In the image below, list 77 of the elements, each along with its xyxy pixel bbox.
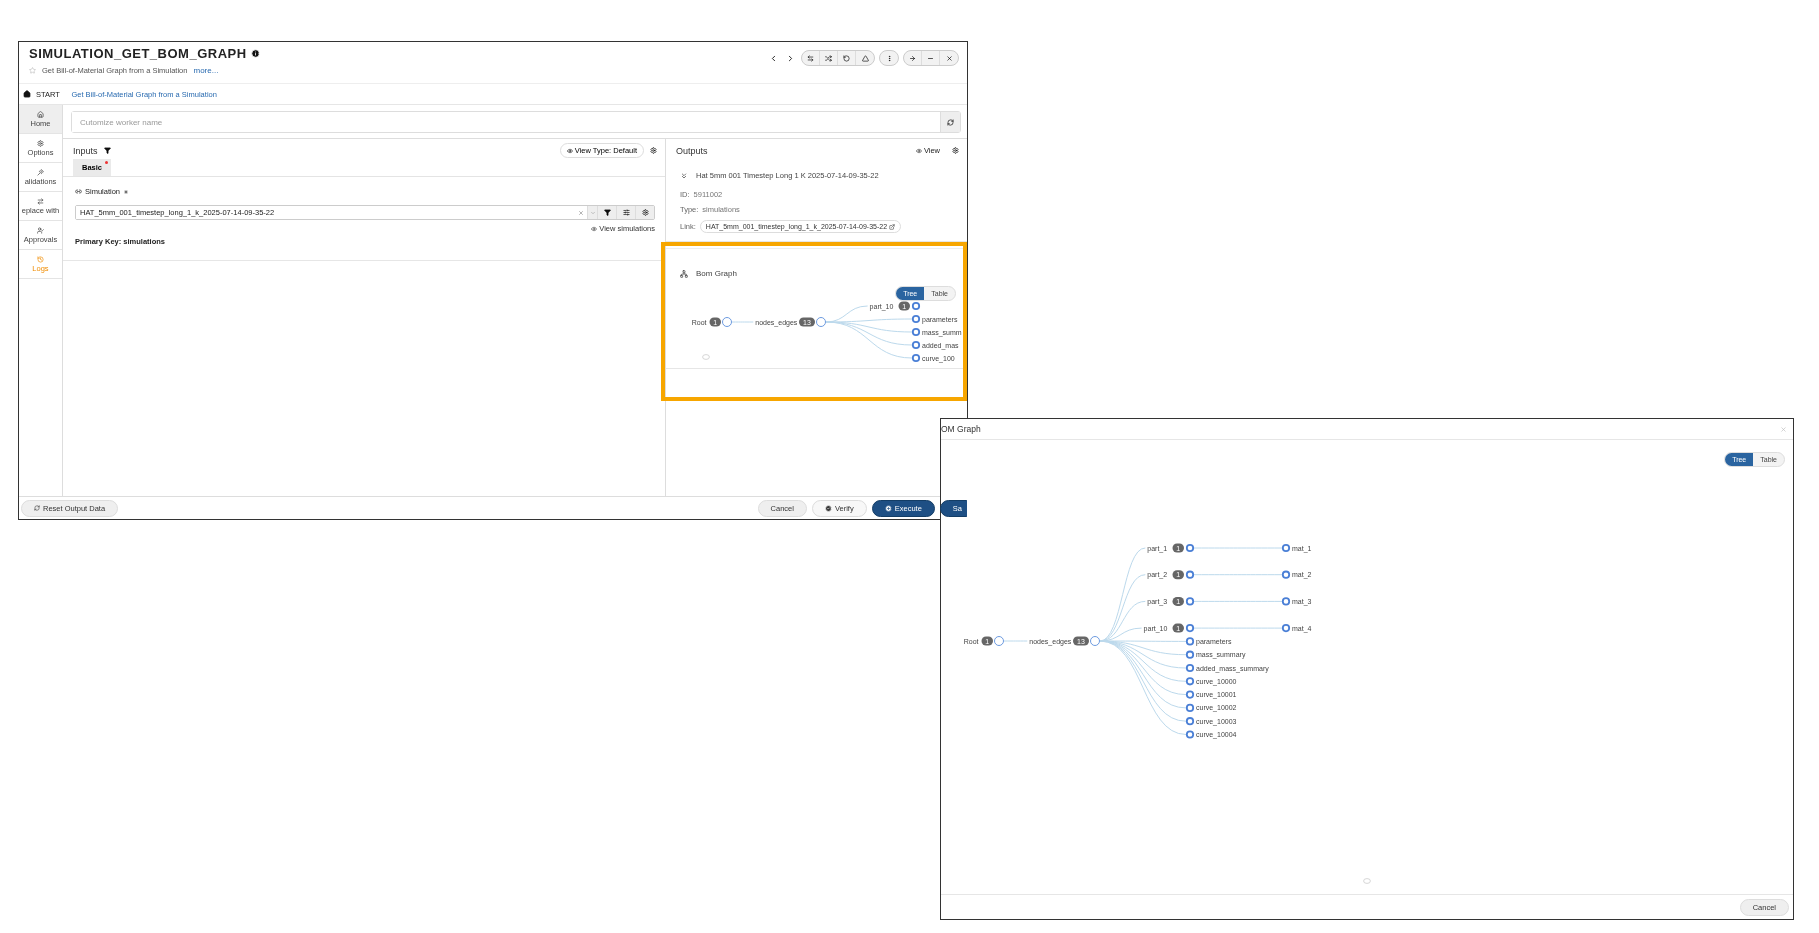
tree-node[interactable] bbox=[1185, 570, 1195, 579]
close-icon bbox=[1780, 425, 1787, 433]
check-icon bbox=[824, 504, 832, 512]
hierarchy-icon bbox=[680, 269, 688, 278]
tree-node[interactable] bbox=[1185, 677, 1195, 686]
tree-node[interactable] bbox=[1185, 543, 1195, 553]
filter-icon bbox=[603, 209, 611, 216]
tree-node[interactable] bbox=[911, 301, 921, 311]
plus-icon bbox=[884, 504, 892, 512]
eye-icon bbox=[591, 225, 598, 232]
loading-icon bbox=[1363, 878, 1371, 884]
tree-edge bbox=[731, 321, 754, 323]
tree-node[interactable] bbox=[1185, 650, 1195, 659]
tree-node[interactable] bbox=[994, 636, 1004, 646]
panel-title: Inputs bbox=[73, 145, 98, 156]
tree-node[interactable] bbox=[1185, 717, 1195, 726]
caret-icon bbox=[589, 209, 596, 216]
tree-node[interactable] bbox=[911, 314, 921, 324]
eye-icon bbox=[915, 147, 922, 154]
sidebar-icon bbox=[37, 226, 44, 234]
tree-node[interactable] bbox=[1185, 663, 1195, 673]
tree-node[interactable] bbox=[1185, 703, 1195, 712]
refresh-icon bbox=[34, 505, 40, 511]
sidebar-icon bbox=[37, 197, 44, 205]
tree-node[interactable] bbox=[1185, 597, 1195, 606]
sidebar-icon bbox=[37, 139, 44, 147]
arrow-right-icon bbox=[909, 54, 916, 62]
star-icon bbox=[29, 67, 36, 74]
tree-node[interactable] bbox=[1185, 730, 1195, 739]
settings-icon bbox=[641, 209, 649, 216]
tree-node[interactable] bbox=[1281, 624, 1291, 633]
sidebar-icon bbox=[37, 110, 44, 118]
filter-button[interactable] bbox=[103, 147, 111, 154]
refresh-button[interactable] bbox=[940, 112, 960, 132]
back-icon bbox=[769, 53, 778, 63]
filter-icon bbox=[103, 147, 111, 154]
refresh-icon bbox=[947, 118, 954, 126]
tree-node[interactable] bbox=[911, 327, 921, 337]
sliders-icon bbox=[622, 209, 630, 216]
settings-icon bbox=[650, 147, 657, 154]
tree-node[interactable] bbox=[911, 353, 921, 363]
tree-node[interactable] bbox=[1281, 570, 1291, 579]
clear-icon bbox=[578, 209, 584, 216]
tree-node[interactable] bbox=[722, 317, 732, 327]
more-link[interactable]: more... bbox=[193, 66, 219, 75]
double-arrow-icon bbox=[680, 171, 688, 180]
shuffle-icon bbox=[825, 54, 832, 62]
close-icon bbox=[945, 54, 953, 62]
settings-button[interactable] bbox=[952, 147, 959, 154]
tree-node[interactable] bbox=[816, 317, 826, 327]
panel-title: Outputs bbox=[676, 145, 708, 156]
tree-node[interactable] bbox=[1185, 624, 1195, 633]
external-link-icon bbox=[889, 223, 896, 230]
tree-node[interactable] bbox=[1185, 637, 1195, 646]
eye-icon bbox=[566, 147, 573, 154]
loading-icon bbox=[702, 354, 710, 360]
home-icon bbox=[23, 90, 31, 98]
triangle-icon bbox=[861, 54, 869, 62]
sidebar-icon bbox=[37, 255, 44, 263]
settings-button[interactable] bbox=[650, 147, 657, 154]
tree-node[interactable] bbox=[1281, 597, 1291, 606]
tree-node[interactable] bbox=[1281, 543, 1291, 553]
section-title: Bom Graph bbox=[696, 269, 737, 278]
tree-node[interactable] bbox=[1185, 690, 1195, 699]
swap-icon bbox=[807, 54, 814, 62]
tree-edge bbox=[1003, 640, 1028, 642]
info-icon bbox=[250, 49, 260, 58]
tree-node[interactable] bbox=[911, 340, 921, 350]
window-title: SIMULATION_GET_BOM_GRAPH bbox=[29, 46, 247, 61]
options-button[interactable] bbox=[616, 206, 635, 219]
forward-icon bbox=[786, 53, 795, 63]
settings-icon bbox=[952, 147, 959, 154]
tree-node[interactable] bbox=[1090, 636, 1100, 646]
sidebar-icon bbox=[37, 168, 44, 176]
undo-icon bbox=[843, 54, 850, 62]
link-icon bbox=[75, 188, 82, 195]
modal-title: OM Graph bbox=[941, 424, 981, 434]
